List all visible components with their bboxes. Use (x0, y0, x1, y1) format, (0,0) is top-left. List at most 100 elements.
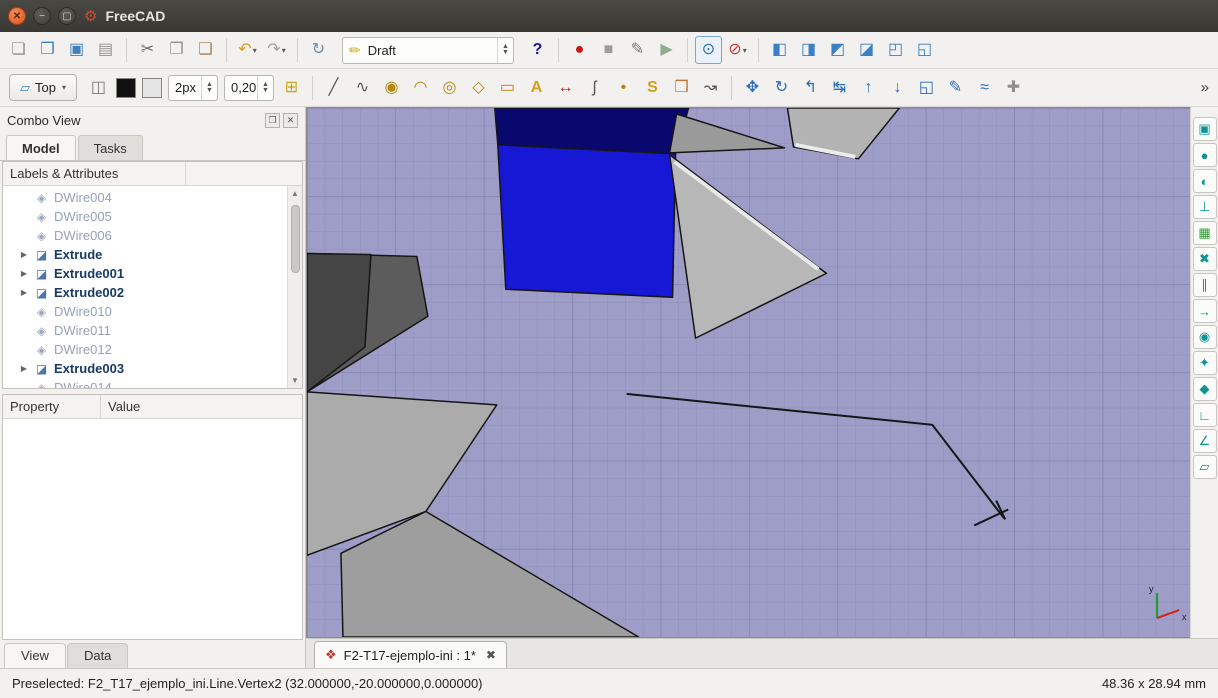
expander-icon[interactable]: ▶ (19, 250, 29, 259)
tree-item[interactable]: ◈DWire011 (3, 321, 287, 340)
snap-center-button[interactable]: ◉ (1193, 325, 1217, 349)
snap-endpoint-button[interactable]: ● (1193, 143, 1217, 167)
panel-float-button[interactable]: ❐ (265, 113, 280, 128)
draft-dimension-button[interactable]: ↔ (552, 74, 579, 102)
scroll-down-icon[interactable]: ▼ (291, 373, 299, 388)
save-button[interactable]: ▣ (63, 36, 90, 64)
text-scale-spin-arrows[interactable]: ▲▼ (257, 76, 273, 100)
tab-data[interactable]: Data (67, 643, 128, 668)
draft-text-button[interactable]: A (523, 74, 550, 102)
expander-icon[interactable]: ▶ (19, 288, 29, 297)
draft-circle-button[interactable]: ◉ (378, 74, 405, 102)
draft-edit-button[interactable]: ✎ (942, 74, 969, 102)
autogroup-button[interactable]: ⊞ (278, 74, 305, 102)
document-tab[interactable]: ❖ F2-T17-ejemplo-ini : 1* ✖ (314, 641, 507, 668)
tree-scrollbar[interactable]: ▲ ▼ (287, 186, 302, 388)
line-color-swatch[interactable] (116, 78, 136, 98)
draft-add-point-button[interactable]: ✚ (1000, 74, 1027, 102)
draft-downgrade-button[interactable]: ↓ (884, 74, 911, 102)
snap-working-plane-button[interactable]: ▱ (1193, 455, 1217, 479)
draft-wire-button[interactable]: ∿ (349, 74, 376, 102)
tree-item[interactable]: ◈DWire010 (3, 302, 287, 321)
view-axonometric-button[interactable]: ◧ (766, 36, 793, 64)
macro-stop-button[interactable]: ■ (595, 36, 622, 64)
text-scale-spinner[interactable]: 0,20 ▲▼ (224, 75, 274, 101)
tree-item[interactable]: ▶◪Extrude003 (3, 359, 287, 378)
snap-extension-button[interactable]: → (1193, 299, 1217, 323)
cut-button[interactable]: ✂ (134, 36, 161, 64)
face-color-swatch[interactable] (142, 78, 162, 98)
draft-upgrade-button[interactable]: ↑ (855, 74, 882, 102)
snap-parallel-button[interactable]: ∥ (1193, 273, 1217, 297)
draft-arc-button[interactable]: ◠ (407, 74, 434, 102)
view-rear-button[interactable]: ◰ (882, 36, 909, 64)
window-maximize-button[interactable]: ▢ (58, 7, 76, 25)
working-plane-button[interactable]: ▱ Top ▾ (9, 74, 77, 101)
open-document-button[interactable]: ❒ (34, 36, 61, 64)
snap-intersection-button[interactable]: ✖ (1193, 247, 1217, 271)
scrollbar-thumb[interactable] (291, 205, 300, 273)
expander-icon[interactable]: ▶ (19, 269, 29, 278)
snap-midpoint-button[interactable]: ◐ (1193, 169, 1217, 193)
3d-viewport[interactable]: y x (306, 107, 1190, 638)
redo-button[interactable]: ↷▾ (263, 36, 290, 64)
draft-line-button[interactable]: ╱ (320, 74, 347, 102)
window-close-button[interactable]: ✕ (8, 7, 26, 25)
workbench-selector[interactable]: ✏ Draft ▲▼ (342, 37, 514, 64)
scroll-up-icon[interactable]: ▲ (291, 186, 299, 201)
toolbar-overflow-icon[interactable]: » (1197, 79, 1213, 96)
tree-item[interactable]: ◈DWire004 (3, 188, 287, 207)
draft-facebinder-button[interactable]: ❒ (668, 74, 695, 102)
tab-model[interactable]: Model (6, 135, 76, 160)
tree-item[interactable]: ◈DWire012 (3, 340, 287, 359)
tree-item[interactable]: ◈DWire014 (3, 378, 287, 388)
view-right-button[interactable]: ◪ (853, 36, 880, 64)
expander-icon[interactable]: ▶ (19, 364, 29, 373)
tree-item[interactable]: ▶◪Extrude002 (3, 283, 287, 302)
draft-ellipse-button[interactable]: ◎ (436, 74, 463, 102)
snap-perpendicular-button[interactable]: ⊥ (1193, 195, 1217, 219)
draft-bezcurve-button[interactable]: ↝ (697, 74, 724, 102)
tree-item[interactable]: ◈DWire006 (3, 226, 287, 245)
line-width-spinner[interactable]: 2px ▲▼ (168, 75, 218, 101)
view-front-button[interactable]: ◨ (795, 36, 822, 64)
draft-trimex-button[interactable]: ↹ (826, 74, 853, 102)
draft-bspline-button[interactable]: ʃ (581, 74, 608, 102)
new-document-button[interactable]: ❏ (5, 36, 32, 64)
macro-record-button[interactable]: ● (566, 36, 593, 64)
zoom-box-button[interactable]: ⊙ (695, 36, 722, 64)
tab-tasks[interactable]: Tasks (78, 135, 143, 160)
undo-button[interactable]: ↶▾ (234, 36, 261, 64)
refresh-button[interactable]: ↻ (305, 36, 332, 64)
panel-close-button[interactable]: ✕ (283, 113, 298, 128)
tree-item[interactable]: ◈DWire005 (3, 207, 287, 226)
workbench-selector-spinner[interactable]: ▲▼ (497, 38, 513, 63)
whats-this-button[interactable]: ? (524, 36, 551, 64)
tab-view[interactable]: View (4, 643, 66, 668)
draft-rotate-button[interactable]: ↻ (768, 74, 795, 102)
snap-toggle-button[interactable]: ◫ (85, 74, 112, 102)
draft-shapestring-button[interactable]: S (639, 74, 666, 102)
draft-polygon-button[interactable]: ◇ (465, 74, 492, 102)
snap-special-button[interactable]: ✦ (1193, 351, 1217, 375)
view-bottom-button[interactable]: ◱ (911, 36, 938, 64)
draft-scale-button[interactable]: ◱ (913, 74, 940, 102)
draft-offset-button[interactable]: ↰ (797, 74, 824, 102)
snap-lock-button[interactable]: ▣ (1193, 117, 1217, 141)
tree-item[interactable]: ▶◪Extrude001 (3, 264, 287, 283)
view-top-button[interactable]: ◩ (824, 36, 851, 64)
line-width-spin-arrows[interactable]: ▲▼ (201, 76, 217, 100)
snap-near-button[interactable]: ◆ (1193, 377, 1217, 401)
draft-move-button[interactable]: ✥ (739, 74, 766, 102)
document-tab-close-icon[interactable]: ✖ (486, 648, 496, 662)
snap-ortho-button[interactable]: ∟ (1193, 403, 1217, 427)
paste-button[interactable]: ❑ (192, 36, 219, 64)
macro-edit-button[interactable]: ✎ (624, 36, 651, 64)
window-minimize-button[interactable]: − (33, 7, 51, 25)
macro-play-button[interactable]: ▶ (653, 36, 680, 64)
draft-wire-to-bspline-button[interactable]: ≈ (971, 74, 998, 102)
copy-button[interactable]: ❐ (163, 36, 190, 64)
draft-point-button[interactable]: • (610, 74, 637, 102)
snap-angle-button[interactable]: ∠ (1193, 429, 1217, 453)
clipping-plane-button[interactable]: ⊘▾ (724, 36, 751, 64)
